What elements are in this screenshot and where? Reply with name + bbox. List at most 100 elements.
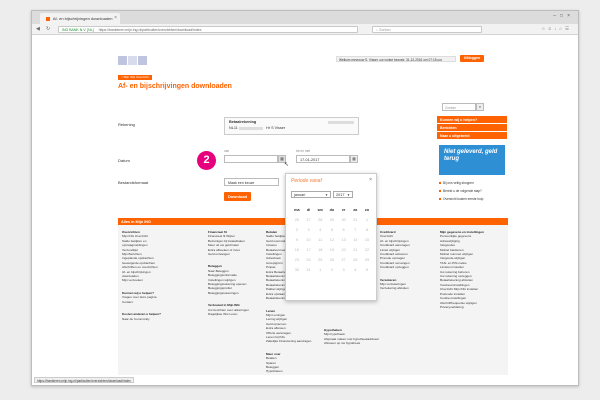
calendar-day[interactable]: 1: [314, 265, 326, 275]
calendar-day[interactable]: 4: [314, 225, 326, 235]
browser-window: Af- en bijschrijvingen downloaden × –□× …: [31, 10, 579, 386]
calendar-day[interactable]: 23: [291, 255, 303, 265]
month-select[interactable]: januari ▼: [291, 191, 331, 198]
calendar-week-row: 16 17 18 19 20 21 22: [291, 245, 373, 255]
calendar-day[interactable]: 10: [303, 235, 315, 245]
calendar-day[interactable]: 20: [338, 245, 350, 255]
calendar-day[interactable]: 3: [338, 265, 350, 275]
calendar-day[interactable]: 18: [314, 245, 326, 255]
calendar-day[interactable]: 21: [349, 245, 361, 255]
calendar-day[interactable]: 5: [361, 265, 373, 275]
calendar-day[interactable]: 28: [314, 215, 326, 225]
account-selector[interactable]: Betaalrekening NL11 Hr S Visser: [224, 117, 359, 135]
tab-close-icon[interactable]: ×: [114, 15, 117, 21]
window-controls[interactable]: –□×: [553, 13, 574, 19]
year-select[interactable]: 2017 ▼: [333, 191, 353, 198]
month-value: januari: [294, 193, 306, 197]
calendar-day[interactable]: 2: [326, 265, 338, 275]
close-icon[interactable]: ×: [567, 13, 574, 19]
tab-title: Af- en bijschrijvingen downloaden: [52, 16, 113, 21]
van-label: van: [224, 149, 230, 153]
calendar-day[interactable]: 6: [338, 225, 350, 235]
calendar-day[interactable]: 25: [314, 255, 326, 265]
calendar-day[interactable]: 29: [361, 255, 373, 265]
page-title: Af- en bijschrijvingen downloaden: [118, 83, 232, 90]
date-to-input[interactable]: 17-01-2017: [296, 155, 350, 163]
reload-icon[interactable]: ↻: [46, 26, 50, 32]
calendar-day[interactable]: 16: [291, 245, 303, 255]
browser-tab[interactable]: Af- en bijschrijvingen downloaden ×: [40, 13, 120, 24]
calendar-day[interactable]: 31: [349, 215, 361, 225]
date-from-input[interactable]: [224, 155, 278, 163]
tot-label: tot en met: [296, 149, 311, 153]
calendar-week-row: 30 31 1 2 3 4 5: [291, 265, 373, 275]
footer-col-4: Hypotheken Mijn hypotheek Afspraak maken m…: [324, 328, 382, 354]
footer-link[interactable]: Privacyverklaring: [440, 305, 506, 309]
ing-logo[interactable]: [118, 56, 148, 66]
sidebar-item-help[interactable]: Kunnen wij u helpen?: [437, 116, 507, 124]
calendar-day[interactable]: 13: [338, 235, 350, 245]
calendar-week-row: 26 27 28 29 30 31 1: [291, 215, 373, 225]
site-search-input[interactable]: Zoeken: [442, 103, 476, 111]
sidebar-item-extended[interactable]: Naar u uitgebreid: [437, 132, 507, 140]
breadcrumb-back-link[interactable]: < Mijn ING Overzicht: [118, 75, 152, 80]
calendar-day[interactable]: 22: [361, 245, 373, 255]
calendar-day[interactable]: 7: [349, 225, 361, 235]
footer-link[interactable]: Contact: [122, 300, 180, 304]
calendar-day[interactable]: 30: [338, 215, 350, 225]
calendar-day[interactable]: 9: [291, 235, 303, 245]
sidebar-link[interactable]: Bereid u de volgende stap?: [439, 189, 507, 193]
sidebar-link[interactable]: Bij ons veilig shoppen: [439, 181, 507, 185]
calendar-day[interactable]: 17: [303, 245, 315, 255]
footer-group: Lenen Mijn Leningen Lening wijzigen Geld op…: [266, 309, 324, 344]
sidebar-link[interactable]: Overzicht kosten eerste hulp: [439, 197, 507, 201]
toolbar-icons[interactable]: ☆≡↓⌂☰: [541, 26, 572, 32]
calendar-day[interactable]: 29: [326, 215, 338, 225]
account-number: NL11: [229, 126, 238, 130]
back-icon[interactable]: ◀: [36, 26, 40, 32]
calendar-day[interactable]: 19: [326, 245, 338, 255]
site-search-icon[interactable]: ⌕: [476, 103, 484, 111]
calendar-day[interactable]: 8: [361, 225, 373, 235]
browser-search-input[interactable]: ⌕ Zoeken: [372, 26, 482, 33]
url-bar[interactable]: ING BANK N.V. [NL] https://bankieren.mij…: [58, 26, 358, 33]
calendar-to-icon[interactable]: ▦: [350, 155, 358, 163]
calendar-day[interactable]: 5: [326, 225, 338, 235]
footer-link[interactable]: Zakelijke Financiering aanvragen: [266, 339, 324, 343]
calendar-day[interactable]: 12: [326, 235, 338, 245]
menu-icon[interactable]: ☰: [565, 26, 572, 31]
calendar-day[interactable]: 27: [338, 255, 350, 265]
url-text: https://bankieren.mijn.ing.nl/particulie…: [98, 28, 202, 32]
calendar-day[interactable]: 15: [361, 235, 373, 245]
footer-link[interactable]: Aflossen op uw hypotheek: [324, 341, 382, 345]
logout-button[interactable]: Uitloggen: [460, 55, 484, 62]
mouse-pointer-icon: ↖: [284, 162, 290, 168]
footer-col-2: Financieel fit Financieel fit Wijzer Bezui…: [208, 230, 266, 325]
secure-badge: ING BANK N.V. [NL]: [62, 28, 94, 32]
calendar-day[interactable]: 14: [349, 235, 361, 245]
calendar-day[interactable]: 31: [303, 265, 315, 275]
format-select[interactable]: Maak een keuze: [224, 178, 279, 186]
sidebar-item-messages[interactable]: Berichten: [437, 124, 507, 132]
date-picker-close-icon[interactable]: ×: [369, 177, 372, 183]
calendar-day[interactable]: 30: [291, 265, 303, 275]
download-button[interactable]: Download: [224, 192, 251, 201]
footer-link[interactable]: Dagelijkse ING Leren: [208, 312, 266, 316]
calendar-day[interactable]: 3: [303, 225, 315, 235]
footer-link[interactable]: Creditcard opzeggen: [380, 265, 440, 269]
footer-link[interactable]: Geld ontvangen: [208, 252, 266, 256]
footer-link[interactable]: Verzekering afsluiten: [380, 286, 440, 290]
calendar-day[interactable]: 24: [303, 255, 315, 265]
calendar-day[interactable]: 1: [361, 215, 373, 225]
calendar-day[interactable]: 11: [314, 235, 326, 245]
promo-banner[interactable]: Niet geleverd, geld terug: [439, 145, 505, 175]
calendar-day[interactable]: 28: [349, 255, 361, 265]
calendar-day[interactable]: 2: [291, 225, 303, 235]
calendar-day[interactable]: 26: [291, 215, 303, 225]
footer-link[interactable]: Naar de Community: [122, 317, 180, 321]
calendar-day[interactable]: 26: [326, 255, 338, 265]
footer-link[interactable]: Mijn verzoeken: [122, 278, 180, 282]
calendar-day[interactable]: 27: [303, 215, 315, 225]
footer-link[interactable]: Beleggingsrekeningen: [208, 291, 266, 295]
calendar-day[interactable]: 4: [349, 265, 361, 275]
